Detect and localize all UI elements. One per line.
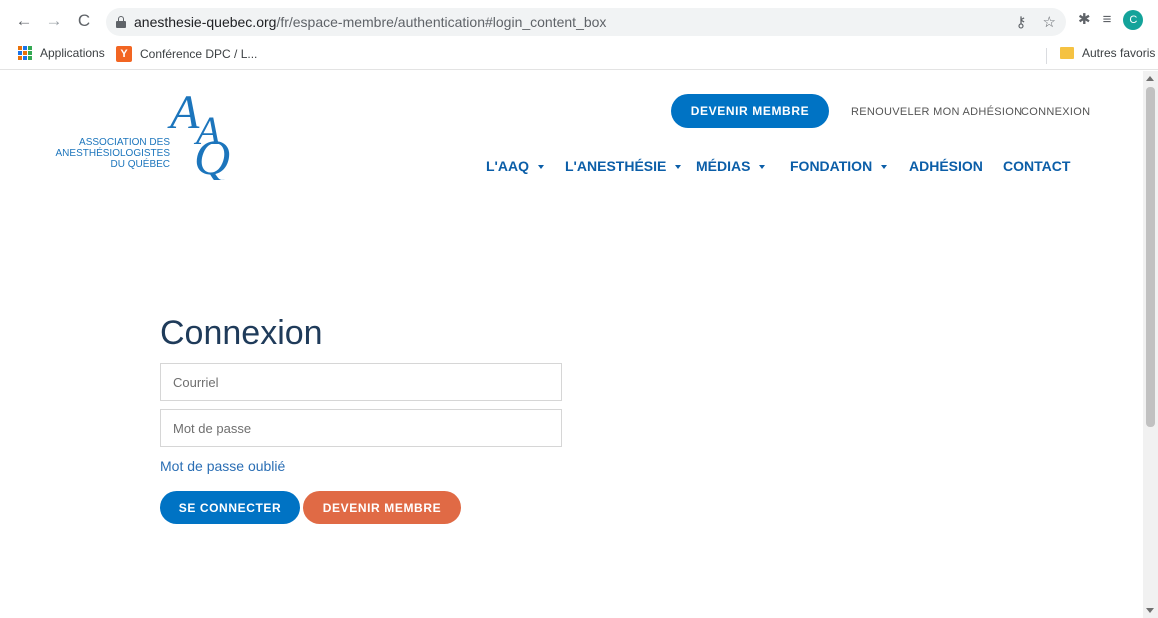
header-become-member-button[interactable]: DEVENIR MEMBRE xyxy=(671,94,829,128)
login-submit-button[interactable]: SE CONNECTER xyxy=(160,491,300,524)
url-domain: anesthesie-quebec.org xyxy=(134,14,277,30)
bookmark-label: Applications xyxy=(40,46,105,60)
password-field[interactable] xyxy=(160,409,562,447)
url-text: anesthesie-quebec.org/fr/espace-membre/a… xyxy=(134,14,606,30)
become-member-button[interactable]: DEVENIR MEMBRE xyxy=(303,491,461,524)
address-bar[interactable]: anesthesie-quebec.org/fr/espace-membre/a… xyxy=(106,8,1066,36)
nav-label: CONTACT xyxy=(1003,158,1071,174)
forward-arrow-icon[interactable]: → xyxy=(44,10,64,30)
bookmark-other-favorites[interactable]: Autres favoris xyxy=(1060,46,1155,60)
nav-label: ADHÉSION xyxy=(909,158,983,174)
chevron-down-icon xyxy=(538,164,544,169)
logo-line-3: DU QUÉBEC xyxy=(110,159,170,170)
bookmark-conference[interactable]: Y Conférence DPC / L... xyxy=(116,46,257,62)
nav-item-anesthesie[interactable]: L'ANESTHÉSIE xyxy=(565,158,682,174)
profile-avatar[interactable]: C xyxy=(1123,10,1144,30)
page-scrollbar[interactable] xyxy=(1143,71,1158,618)
back-arrow-icon[interactable]: ← xyxy=(14,10,34,30)
url-path: /fr/espace-membre/authentication#login_c… xyxy=(276,14,607,30)
chevron-down-icon xyxy=(881,164,888,169)
folder-icon xyxy=(1060,47,1074,59)
logo-line-1: ASSOCIATION DES xyxy=(79,137,170,148)
reload-icon[interactable]: C xyxy=(74,10,94,30)
bookmark-label: Conférence DPC / L... xyxy=(140,47,258,61)
scroll-down-arrow-icon[interactable] xyxy=(1146,608,1154,613)
header-login-link[interactable]: CONNEXION xyxy=(1021,106,1090,118)
page-title: Connexion xyxy=(160,314,323,352)
scroll-up-arrow-icon[interactable] xyxy=(1146,76,1154,81)
nav-label: MÉDIAS xyxy=(696,158,751,174)
bookmark-applications[interactable]: Applications xyxy=(18,46,105,60)
aaq-logo[interactable]: ASSOCIATION DES ANESTHÉSIOLOGISTES DU QU… xyxy=(56,88,260,180)
browser-toolbar: ← → C anesthesie-quebec.org/fr/espace-me… xyxy=(0,0,1158,40)
chevron-down-icon xyxy=(759,164,766,169)
apps-grid-icon xyxy=(18,46,32,60)
nav-item-adhesion[interactable]: ADHÉSION xyxy=(909,158,983,174)
key-icon[interactable]: ⚷ xyxy=(1016,13,1027,31)
scrollbar-thumb[interactable] xyxy=(1146,87,1155,427)
lock-icon xyxy=(116,16,126,28)
svg-text:Q: Q xyxy=(194,129,230,180)
nav-label: L'AAQ xyxy=(486,158,529,174)
nav-item-medias[interactable]: MÉDIAS xyxy=(696,158,766,174)
renew-membership-link[interactable]: RENOUVELER MON ADHÉSION xyxy=(851,106,1022,118)
chevron-down-icon xyxy=(675,164,682,169)
ycombinator-icon: Y xyxy=(116,46,132,62)
nav-item-fondation[interactable]: FONDATION xyxy=(790,158,888,174)
forgot-password-link[interactable]: Mot de passe oublié xyxy=(160,458,285,474)
nav-label: FONDATION xyxy=(790,158,873,174)
nav-item-contact[interactable]: CONTACT xyxy=(1003,158,1070,174)
email-field[interactable] xyxy=(160,363,562,401)
reading-list-icon[interactable]: ≡ xyxy=(1103,10,1112,30)
bookmark-star-icon[interactable]: ☆ xyxy=(1043,13,1056,31)
bookmarks-bar: Applications Y Conférence DPC / L... Aut… xyxy=(0,40,1158,70)
nav-label: L'ANESTHÉSIE xyxy=(565,158,667,174)
extensions-puzzle-icon[interactable]: ✱ xyxy=(1078,10,1091,30)
logo-line-2: ANESTHÉSIOLOGISTES xyxy=(55,148,170,159)
bookmarks-divider xyxy=(1046,48,1047,64)
nav-item-aaq[interactable]: L'AAQ xyxy=(486,158,544,174)
bookmark-label: Autres favoris xyxy=(1082,46,1156,60)
aaq-monogram-icon: A A Q xyxy=(167,88,230,180)
